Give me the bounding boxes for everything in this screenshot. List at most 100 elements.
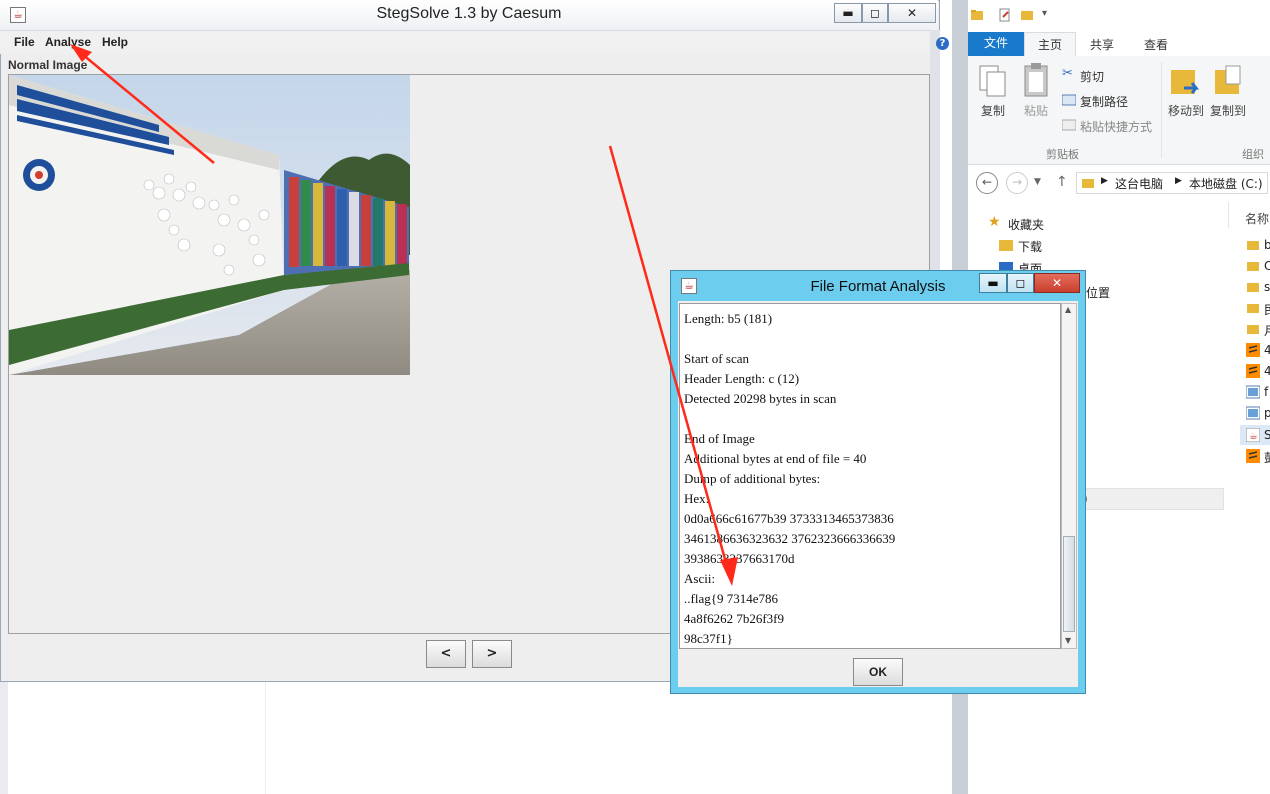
breadcrumb-this-pc[interactable]: 这台电脑 (1115, 175, 1163, 192)
analysis-line (684, 409, 1060, 429)
copy-path-icon (1062, 94, 1076, 106)
analysis-line: 3461386636323632 3762323666336639 (684, 531, 896, 546)
copy-path-button[interactable]: 复制路径 (1080, 93, 1128, 110)
file-name[interactable]: p (1264, 406, 1270, 420)
folder-icon (1247, 283, 1259, 292)
properties-icon[interactable] (998, 8, 1012, 22)
tree-selected-row[interactable]: ) (1068, 488, 1224, 510)
window-title: StegSolve 1.3 by Caesum (376, 5, 562, 22)
tab-share[interactable]: 共享 (1090, 36, 1114, 53)
file-name[interactable]: 民 (1264, 301, 1270, 318)
file-name[interactable]: 月 (1264, 322, 1270, 339)
scroll-up-icon[interactable]: ▲ (1065, 305, 1071, 314)
file-format-analysis-dialog: ☕ File Format Analysis ▬ ◻ ✕ Length: b5 … (670, 270, 1086, 694)
folder-icon (1247, 325, 1259, 334)
scissors-icon: ✂ (1062, 66, 1073, 81)
menu-file[interactable]: File (14, 35, 35, 49)
help-icon[interactable]: ? (936, 37, 949, 50)
ok-button[interactable]: OK (853, 658, 903, 686)
paste-shortcut-button[interactable]: 粘贴快捷方式 (1080, 118, 1152, 135)
file-name[interactable]: 4 (1264, 343, 1270, 357)
copy-to-button[interactable]: 复制到 (1210, 102, 1246, 119)
analysis-line: 0d0a666c61677b39 3733313465373836 (684, 511, 894, 526)
breadcrumb-drive[interactable]: 本地磁盘 (C:) (1189, 175, 1263, 192)
tree-favorites[interactable]: 收藏夹 (1008, 216, 1044, 233)
analysis-line: Header Length: c (12) (684, 371, 800, 386)
background-divider (265, 682, 266, 794)
folder-icon (971, 10, 983, 20)
image-file-icon (1246, 385, 1260, 399)
svg-text:☕: ☕ (1249, 431, 1258, 442)
menu-bar: File Analyse Help (0, 31, 938, 54)
analysis-line: Start of scan (684, 351, 749, 366)
quick-access-dropdown-icon[interactable]: ▾ (1042, 8, 1047, 19)
file-name[interactable]: 4 (1264, 364, 1270, 378)
close-button[interactable]: ✕ (888, 3, 936, 23)
menu-analyse[interactable]: Analyse (45, 35, 91, 49)
sublime-file-icon (1246, 364, 1260, 378)
folder-icon (1082, 179, 1094, 188)
breadcrumb-separator-icon: ▶ (1101, 176, 1108, 186)
copy-icon (979, 65, 1006, 97)
background-edge (0, 682, 8, 794)
file-name[interactable]: C (1264, 259, 1270, 273)
address-bar[interactable]: ▶ 这台电脑 ▶ 本地磁盘 (C:) (1076, 172, 1268, 194)
sublime-file-icon (1246, 343, 1260, 357)
scrollbar-thumb[interactable] (1063, 536, 1075, 632)
downloads-folder-icon (999, 240, 1013, 251)
analysis-line: Ascii: (684, 571, 716, 586)
tab-file[interactable]: 文件 (968, 32, 1024, 56)
analysis-line: ..flag{9 7314e786 (684, 591, 778, 606)
scroll-down-icon[interactable]: ▼ (1065, 636, 1071, 645)
tab-home[interactable]: 主页 (1024, 32, 1076, 57)
column-header-label: 名称 (1245, 212, 1270, 226)
copy-button[interactable]: 复制 (981, 102, 1005, 119)
copy-to-icon (1215, 65, 1241, 94)
column-header-name[interactable]: 名称 (1228, 202, 1270, 228)
maximize-button[interactable]: ◻ (862, 3, 888, 23)
analysis-line: Hex: (684, 491, 710, 506)
analysis-line: Additional bytes at end of file = 40 (684, 451, 867, 466)
close-button[interactable]: ✕ (1034, 273, 1080, 293)
loaded-image (9, 75, 410, 375)
back-arrow-icon[interactable]: ← (976, 172, 998, 194)
menu-help[interactable]: Help (102, 35, 128, 49)
ribbon: 复制 粘贴 ✂ 剪切 复制路径 粘贴快捷方式 剪贴板 移动到 复制到 组织 (968, 56, 1270, 165)
cut-button[interactable]: 剪切 (1080, 68, 1104, 85)
background-area (0, 682, 960, 794)
explorer-titlebar: ▾ (968, 0, 1270, 32)
vertical-scrollbar[interactable]: ▲ ▼ (1061, 303, 1077, 649)
analysis-text-area[interactable]: Length: b5 (181) Start of scan Header Le… (679, 303, 1061, 649)
conference-wall-photo (9, 75, 410, 375)
tab-view[interactable]: 查看 (1144, 36, 1168, 53)
analysis-line: Length: b5 (181) (684, 311, 773, 326)
file-name[interactable]: s (1264, 280, 1270, 294)
paste-button[interactable]: 粘贴 (1024, 102, 1048, 119)
forward-arrow-icon[interactable]: → (1006, 172, 1028, 194)
up-arrow-icon[interactable]: ↑ (1056, 174, 1068, 190)
file-name[interactable]: b (1264, 238, 1270, 252)
analysis-line: End of Image (684, 431, 755, 446)
maximize-button[interactable]: ◻ (1007, 273, 1034, 293)
analysis-line: 98c37f1} (684, 631, 733, 646)
move-to-button[interactable]: 移动到 (1168, 102, 1204, 119)
star-icon: ★ (988, 214, 1001, 230)
file-name[interactable]: 彭 (1264, 449, 1270, 466)
new-folder-icon[interactable] (1020, 8, 1034, 22)
tree-recent-places[interactable]: 位置 (1086, 284, 1110, 301)
tree-downloads[interactable]: 下载 (1018, 238, 1042, 255)
file-name[interactable]: S (1264, 428, 1270, 442)
breadcrumb-separator-icon: ▶ (1175, 176, 1182, 186)
stegsolve-titlebar: ☕ StegSolve 1.3 by Caesum ▬ ◻ ✕ (0, 0, 938, 31)
view-mode-label: Normal Image (8, 58, 88, 72)
java-file-icon: ☕ (1246, 428, 1260, 442)
prev-button[interactable]: < (426, 640, 466, 668)
file-name[interactable]: f (1264, 385, 1268, 399)
folder-icon (1247, 262, 1259, 271)
minimize-button[interactable]: ▬ (979, 273, 1007, 293)
minimize-button[interactable]: ▬ (834, 3, 862, 23)
folder-icon (1247, 304, 1259, 313)
recent-locations-icon[interactable]: ▼ (1034, 177, 1041, 187)
next-button[interactable]: > (472, 640, 512, 668)
analysis-text: Length: b5 (181) Start of scan Header Le… (680, 304, 1060, 648)
